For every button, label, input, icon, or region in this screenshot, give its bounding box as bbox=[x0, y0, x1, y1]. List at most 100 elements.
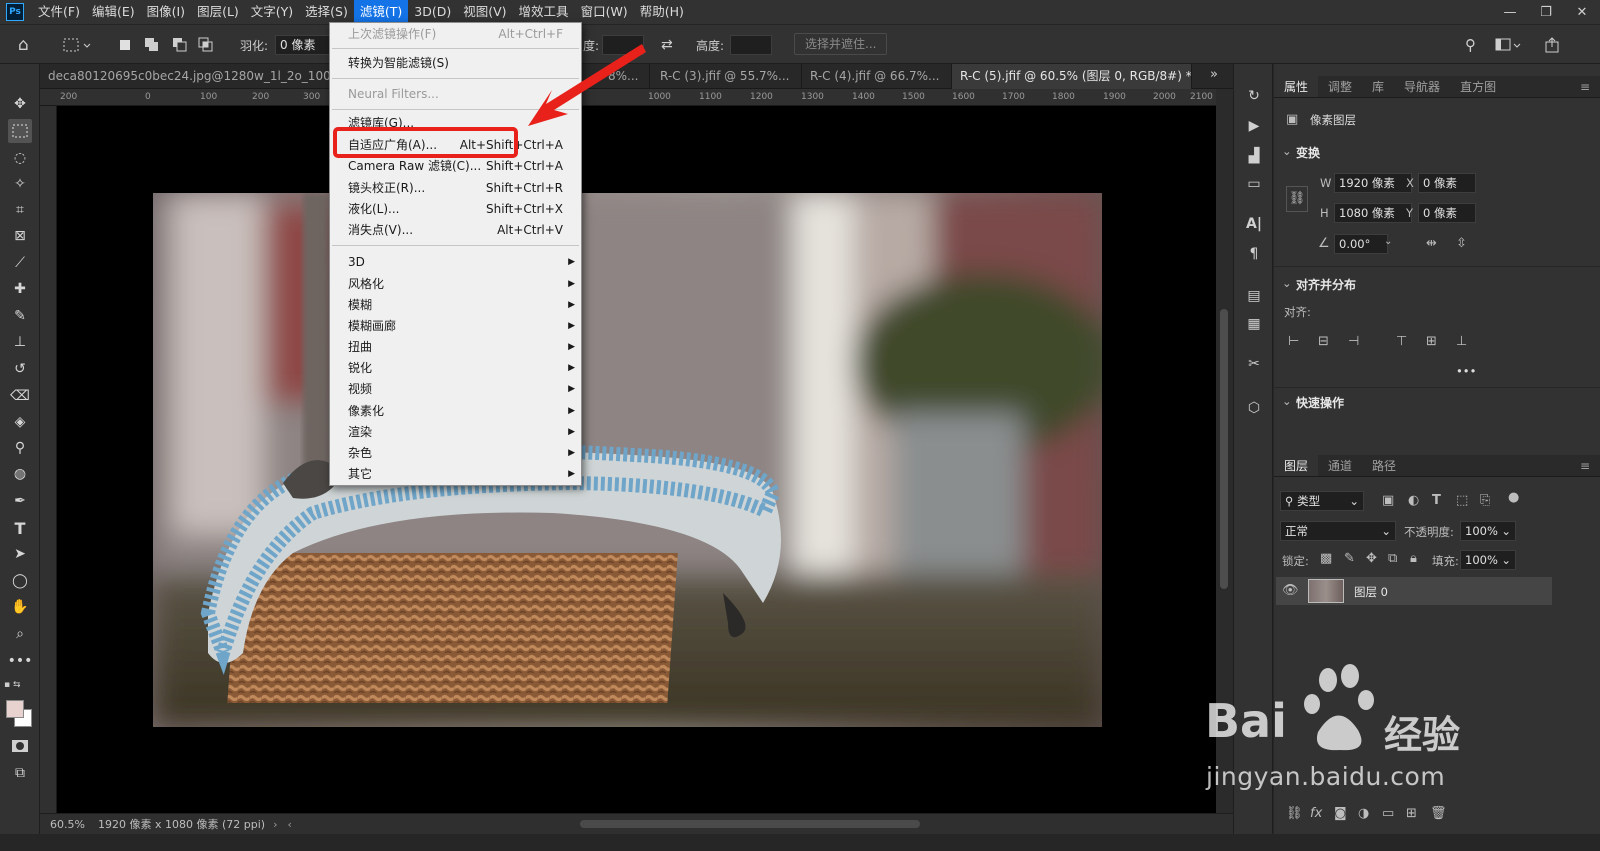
x-field[interactable]: 0 像素 bbox=[1418, 173, 1476, 193]
add-selection-icon[interactable] bbox=[144, 35, 160, 55]
filter-type-icon[interactable]: T bbox=[1432, 493, 1441, 508]
intersect-selection-icon[interactable] bbox=[198, 35, 214, 55]
search-icon[interactable]: ⚲ bbox=[1465, 35, 1476, 55]
menu-item-sharpen[interactable]: 锐化 ▶ bbox=[330, 358, 581, 379]
crop-tool-icon[interactable]: ⌗ bbox=[8, 198, 32, 222]
transform-collapse-icon[interactable]: ⌄ bbox=[1282, 144, 1292, 158]
share-icon[interactable] bbox=[1544, 35, 1560, 55]
workspace-icon[interactable] bbox=[1495, 35, 1521, 55]
menu-item-liquify[interactable]: 液化(L)... Shift+Ctrl+X bbox=[330, 199, 581, 220]
menu-item-3d[interactable]: 3D ▶ bbox=[330, 252, 581, 273]
layer-filter-kind[interactable]: ⚲ 类型 ⌄ bbox=[1280, 491, 1364, 511]
lock-pixels-icon[interactable]: ✎ bbox=[1344, 551, 1355, 566]
tabs-overflow-icon[interactable]: » bbox=[1210, 67, 1218, 82]
close-window-icon[interactable]: ✕ bbox=[1564, 0, 1600, 24]
filter-pixel-icon[interactable]: ▣ bbox=[1382, 493, 1394, 508]
clone-stamp-tool-icon[interactable]: ⊥ bbox=[8, 330, 32, 354]
menu-layer[interactable]: 图层(L) bbox=[191, 0, 245, 24]
frame-tool-icon[interactable]: ⊠ bbox=[8, 224, 32, 248]
tab-rc4[interactable]: R-C (4).jfif @ 66.7%... bbox=[802, 64, 952, 89]
adjustment-layer-icon[interactable]: ◑ bbox=[1358, 806, 1369, 821]
align-left-icon[interactable]: ⊢ bbox=[1288, 334, 1299, 349]
menu-filter[interactable]: 滤镜(T) bbox=[353, 0, 409, 24]
menu-item-pixelate[interactable]: 像素化 ▶ bbox=[330, 401, 581, 422]
more-tools-icon[interactable]: ••• bbox=[8, 649, 33, 673]
angle-dropdown-icon[interactable]: ⌄ bbox=[1384, 236, 1392, 247]
hand-tool-icon[interactable]: ✋ bbox=[8, 595, 32, 619]
menu-item-video[interactable]: 视频 ▶ bbox=[330, 379, 581, 400]
feather-input[interactable]: 0 像素 bbox=[275, 35, 331, 55]
scroll-left-icon[interactable]: ‹ bbox=[288, 818, 292, 831]
select-and-mask-button[interactable]: 选择并遮住... bbox=[794, 33, 888, 55]
tab-histogram[interactable]: 直方图 bbox=[1450, 76, 1506, 97]
libraries-icon[interactable]: ▤ bbox=[1244, 286, 1264, 306]
sponge-tool-icon[interactable]: ◍ bbox=[8, 462, 32, 486]
menu-window[interactable]: 窗口(W) bbox=[575, 0, 634, 24]
menu-3d[interactable]: 3D(D) bbox=[408, 0, 457, 24]
paint-bucket-tool-icon[interactable]: ◈ bbox=[8, 410, 32, 434]
marquee-tool-icon[interactable] bbox=[8, 119, 32, 143]
group-icon[interactable]: ▭ bbox=[1382, 806, 1394, 821]
lasso-tool-icon[interactable]: ◌ bbox=[8, 146, 32, 170]
align-right-icon[interactable]: ⊣ bbox=[1348, 334, 1359, 349]
menu-item-blur-gallery[interactable]: 模糊画廊 ▶ bbox=[330, 316, 581, 337]
align-top-icon[interactable]: ⊤ bbox=[1396, 334, 1407, 349]
paragraph-icon[interactable]: ¶ bbox=[1244, 244, 1264, 264]
new-selection-icon[interactable] bbox=[118, 35, 132, 55]
menu-plugins[interactable]: 增效工具 bbox=[513, 0, 575, 24]
tab-libraries[interactable]: 库 bbox=[1362, 76, 1394, 97]
tab-rc3[interactable]: R-C (3).jfif @ 55.7%... bbox=[652, 64, 802, 89]
y-field[interactable]: 0 像素 bbox=[1418, 203, 1476, 223]
height-field[interactable]: 1080 像素 bbox=[1334, 203, 1412, 223]
menu-item-lens-correction[interactable]: 镜头校正(R)... Shift+Ctrl+R bbox=[330, 178, 581, 199]
angle-field[interactable]: 0.00° bbox=[1334, 234, 1388, 254]
menu-item-noise[interactable]: 杂色 ▶ bbox=[330, 443, 581, 464]
menu-item-other[interactable]: 其它 ▶ bbox=[330, 464, 581, 485]
delete-layer-icon[interactable]: 🗑︎ bbox=[1430, 806, 1447, 821]
menu-item-vanishing-point[interactable]: 消失点(V)... Alt+Ctrl+V bbox=[330, 220, 581, 241]
lock-artboard-icon[interactable]: ⧉ bbox=[1388, 551, 1397, 566]
menu-select[interactable]: 选择(S) bbox=[299, 0, 354, 24]
new-layer-icon[interactable]: ⊞ bbox=[1406, 806, 1417, 821]
status-menu-icon[interactable]: › bbox=[273, 818, 277, 831]
quick-actions-collapse-icon[interactable]: ⌄ bbox=[1282, 394, 1292, 408]
tab-channels[interactable]: 通道 bbox=[1318, 455, 1362, 476]
add-mask-icon[interactable]: ◙ bbox=[1334, 806, 1347, 821]
width-field[interactable]: 1920 像素 bbox=[1334, 173, 1412, 193]
menu-item-blur[interactable]: 模糊 ▶ bbox=[330, 295, 581, 316]
screen-mode-icon[interactable]: ⧉ bbox=[8, 761, 32, 785]
link-layers-icon[interactable]: ⛓ bbox=[1286, 806, 1303, 821]
opacity-field[interactable]: 100% ⌄ bbox=[1460, 521, 1516, 541]
menu-edit[interactable]: 编辑(E) bbox=[86, 0, 141, 24]
zoom-tool-icon[interactable]: ⌕ bbox=[8, 622, 32, 646]
comments-icon[interactable]: ▭ bbox=[1244, 174, 1264, 194]
tool-presets-icon[interactable]: ✂ bbox=[1244, 354, 1264, 374]
menu-view[interactable]: 视图(V) bbox=[457, 0, 512, 24]
history-icon[interactable]: ↻ bbox=[1244, 86, 1264, 106]
lock-all-icon[interactable]: 🔒︎ bbox=[1410, 551, 1417, 566]
flip-vertical-icon[interactable]: ⇳ bbox=[1456, 236, 1467, 251]
restore-icon[interactable]: ❐ bbox=[1528, 0, 1564, 24]
menu-item-render[interactable]: 渲染 ▶ bbox=[330, 422, 581, 443]
notes-icon[interactable]: ▦ bbox=[1244, 314, 1264, 334]
subtract-selection-icon[interactable] bbox=[172, 35, 188, 55]
filter-adjustment-icon[interactable]: ◐ bbox=[1408, 493, 1419, 508]
menu-item-distort[interactable]: 扭曲 ▶ bbox=[330, 337, 581, 358]
document-image[interactable] bbox=[153, 193, 1102, 727]
zoom-level[interactable]: 60.5% bbox=[50, 818, 96, 831]
menu-item-stylize[interactable]: 风格化 ▶ bbox=[330, 274, 581, 295]
flip-horizontal-icon[interactable]: ⇹ bbox=[1426, 236, 1437, 251]
swap-icon[interactable]: ⇄ bbox=[661, 35, 673, 55]
layer-row[interactable]: 👁︎ 图层 0 bbox=[1276, 577, 1552, 605]
healing-brush-tool-icon[interactable]: ✚ bbox=[8, 277, 32, 301]
magic-wand-tool-icon[interactable]: ✧ bbox=[8, 172, 32, 196]
fill-field[interactable]: 100% ⌄ bbox=[1460, 550, 1516, 570]
marquee-preset-icon[interactable] bbox=[62, 35, 92, 55]
tab-adjustments[interactable]: 调整 bbox=[1318, 76, 1362, 97]
menu-help[interactable]: 帮助(H) bbox=[634, 0, 690, 24]
filter-smart-object-icon[interactable]: ⎘ bbox=[1480, 493, 1490, 508]
layers-menu-icon[interactable]: ≡ bbox=[1570, 455, 1600, 476]
eyedropper-tool-icon[interactable]: ⟋ bbox=[8, 251, 32, 275]
layer-name[interactable]: 图层 0 bbox=[1354, 584, 1388, 600]
foreground-color-swatch[interactable] bbox=[6, 700, 24, 718]
